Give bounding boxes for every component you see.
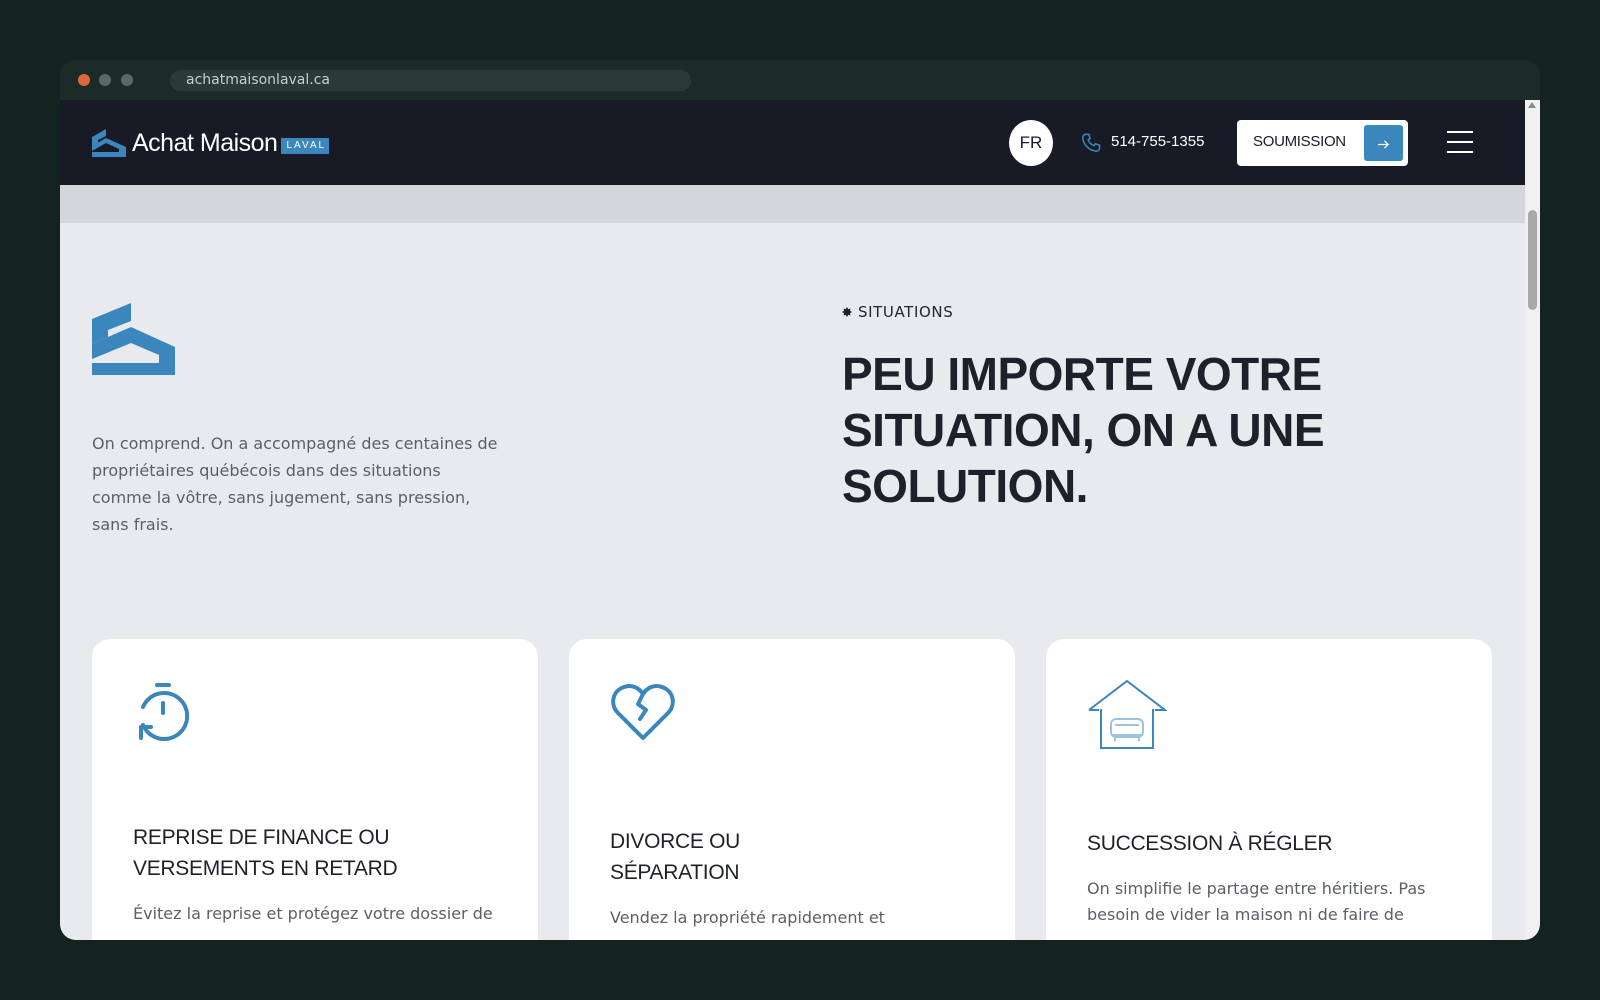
broken-heart-icon [611,683,675,740]
logo-text: Achat Maison [132,129,278,157]
vertical-scrollbar[interactable] [1525,100,1540,940]
scroll-up-arrow-icon[interactable] [1528,102,1536,108]
site-logo[interactable]: Achat Maison LAVAL [92,128,330,158]
intro-paragraph: On comprend. On a accompagné des centain… [92,434,498,534]
card-title: DIVORCE OU SÉPARATION [610,830,741,884]
eyebrow-label: SITUATIONS [858,303,954,321]
situation-card[interactable]: SUCCESSION À RÉGLER On simplifie le part… [1046,639,1492,940]
situation-card[interactable]: DIVORCE OU SÉPARATION Vendez la propriét… [569,639,1015,940]
quote-button[interactable]: SOUMISSION [1237,120,1408,166]
browser-chrome: achatmaisonlaval.ca [60,60,1540,100]
maximize-window-button[interactable] [121,74,133,86]
card-title: SUCCESSION À RÉGLER [1087,832,1333,855]
card-description: Évitez la reprise et protégez votre doss… [133,904,493,923]
scrollbar-thumb[interactable] [1528,210,1537,310]
phone-number-link[interactable]: 514-755-1355 [1111,132,1204,152]
logo-house-icon [92,129,126,157]
house-sofa-icon [1088,679,1167,749]
phone-icon[interactable] [1080,132,1102,154]
card-description: On simplifie le partage entre héritiers.… [1087,879,1426,924]
logo-badge: LAVAL [281,138,330,154]
situation-card[interactable]: REPRISE DE FINANCE OU VERSEMENTS EN RETA… [92,639,538,940]
address-bar[interactable]: achatmaisonlaval.ca [170,70,691,91]
quote-button-label: SOUMISSION [1253,133,1346,150]
section-divider-band [60,185,1525,223]
section-headline: PEU IMPORTE VOTRE SITUATION, ON A UNE SO… [842,348,1325,512]
close-window-button[interactable] [78,74,90,86]
card-title: REPRISE DE FINANCE OU VERSEMENTS EN RETA… [133,826,398,880]
minimize-window-button[interactable] [99,74,111,86]
brand-house-icon [92,303,175,375]
hamburger-menu-button[interactable] [1447,131,1473,153]
badge-star-icon [842,307,852,317]
site-header: Achat Maison LAVAL FR 514-755-1355 SOUMI… [60,100,1525,185]
language-toggle-button[interactable]: FR [1009,120,1053,166]
section-eyebrow: SITUATIONS [842,303,953,321]
timer-refresh-icon [139,683,190,741]
browser-window: achatmaisonlaval.ca Achat Maison LAVAL F… [60,60,1540,940]
page-viewport: Achat Maison LAVAL FR 514-755-1355 SOUMI… [60,100,1525,940]
arrow-right-icon [1364,125,1403,161]
card-description: Vendez la propriété rapidement et [610,908,885,927]
